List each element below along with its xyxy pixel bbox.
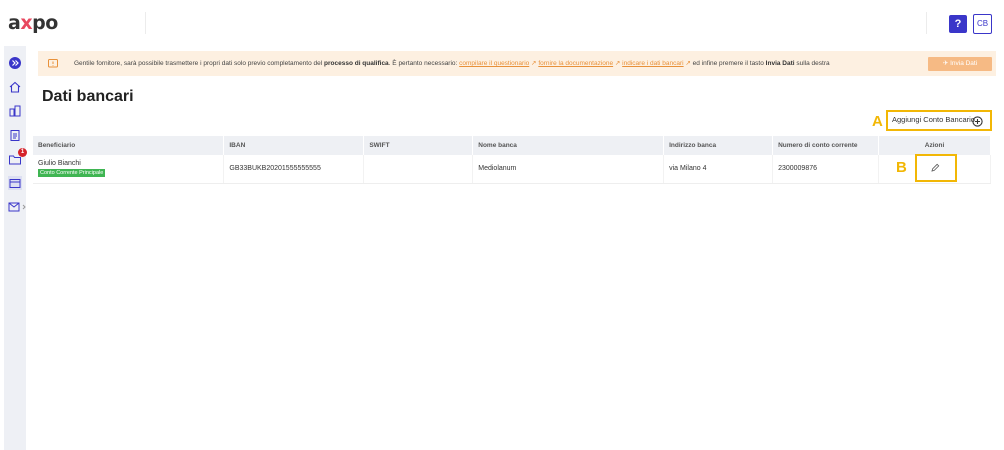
column-header: Indirizzo banca	[663, 136, 774, 155]
documentation-link[interactable]: fornire la documentazione	[538, 60, 613, 67]
divider	[145, 12, 146, 34]
column-header: Azioni	[878, 136, 991, 155]
beneficiary-name: Giulio Bianchi	[38, 160, 81, 168]
annotation-marker-a: A	[872, 113, 883, 130]
account-number-cell: 2300009876	[772, 155, 879, 184]
bank-accounts-table: Beneficiario IBAN SWIFT Nome banca Indir…	[33, 136, 991, 184]
page-title: Dati bancari	[42, 88, 134, 105]
main-account-badge: Conto Corrente Principale	[38, 169, 106, 178]
annotation-marker-b: B	[896, 159, 907, 176]
add-circle-icon[interactable]	[972, 114, 983, 127]
column-header: Numero di conto corrente	[772, 136, 879, 155]
divider	[926, 12, 927, 34]
user-avatar-button[interactable]: CB	[973, 14, 992, 34]
column-header: IBAN	[223, 136, 365, 155]
table-header-row: Beneficiario IBAN SWIFT Nome banca Indir…	[33, 136, 991, 155]
wallet-icon[interactable]	[8, 176, 22, 190]
help-button[interactable]: ?	[949, 15, 967, 33]
annotation-box-b	[915, 154, 957, 182]
column-header: Nome banca	[472, 136, 665, 155]
beneficiary-cell: Giulio Bianchi Conto Corrente Principale	[33, 155, 225, 184]
send-icon: ✈	[942, 60, 951, 67]
add-bank-account-link[interactable]: Aggiungi Conto Bancario	[892, 115, 975, 124]
questionnaire-link[interactable]: compilare il questionario	[459, 60, 529, 67]
bank-data-link[interactable]: indicare i dati bancari	[622, 60, 683, 67]
buildings-icon[interactable]	[8, 104, 22, 118]
expand-icon[interactable]	[8, 56, 22, 70]
table-row: Giulio Bianchi Conto Corrente Principale…	[33, 155, 991, 184]
column-header: Beneficiario	[33, 136, 225, 155]
mail-icon[interactable]	[8, 200, 26, 214]
logo[interactable]: axpo	[8, 12, 58, 34]
top-bar: axpo ? CB	[0, 0, 1004, 46]
clipboard-icon[interactable]	[8, 128, 22, 142]
sidebar: 1	[4, 46, 27, 450]
send-data-button[interactable]: ✈ Invia Dati	[928, 57, 992, 71]
notification-badge: 1	[18, 148, 27, 157]
column-header: SWIFT	[363, 136, 474, 155]
home-icon[interactable]	[8, 80, 22, 94]
message-warning-icon	[47, 57, 59, 69]
bank-address-cell: via Milano 4	[663, 155, 774, 184]
iban-cell: GB33BUKB20201555555555	[223, 155, 365, 184]
swift-cell	[363, 155, 474, 184]
bank-name-cell: Mediolanum	[472, 155, 665, 184]
folder-icon[interactable]: 1	[8, 148, 27, 166]
qualification-banner: Gentile fornitore, sarà possibile trasme…	[38, 51, 996, 76]
banner-text: Gentile fornitore, sarà possibile trasme…	[74, 60, 830, 67]
